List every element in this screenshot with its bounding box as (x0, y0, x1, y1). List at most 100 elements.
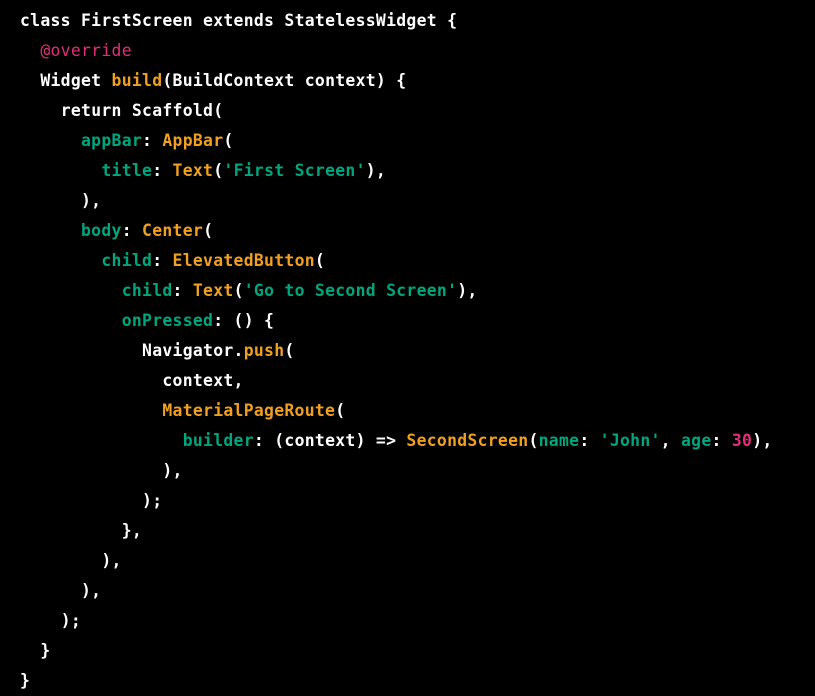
code-token: : (152, 161, 173, 180)
code-line: ), (20, 576, 773, 606)
code-line: Navigator.push( (20, 336, 773, 366)
code-token: : (579, 431, 600, 450)
code-token: Widget (40, 71, 112, 90)
param-token: child (121, 281, 173, 300)
code-token: FirstScreen (81, 11, 204, 30)
code-line: onPressed: () { (20, 306, 773, 336)
code-token: ), (752, 431, 773, 450)
code-line: child: ElevatedButton( (20, 246, 773, 276)
param-token: onPressed (121, 311, 214, 330)
code-token: : () { (213, 311, 275, 330)
code-line: Widget build(BuildContext context) { (20, 66, 773, 96)
type-token: Center (142, 221, 204, 240)
code-line: MaterialPageRoute( (20, 396, 773, 426)
code-token: ( (284, 341, 295, 360)
code-token: ( (528, 431, 539, 450)
code-line: ), (20, 546, 773, 576)
keyword-token: class (20, 11, 82, 30)
code-token: (BuildContext context) { (162, 71, 407, 90)
code-token: : (121, 221, 143, 240)
code-token: ); (60, 611, 82, 630)
type-token: AppBar (162, 131, 224, 150)
code-token: ), (81, 191, 102, 210)
keyword-token: return (60, 101, 132, 120)
param-token: title (101, 161, 153, 180)
code-token: ), (365, 161, 387, 180)
code-token: } (20, 671, 31, 690)
code-token: ), (81, 581, 102, 600)
keyword-token: extends (203, 11, 285, 30)
code-line: } (20, 666, 773, 696)
param-token: appBar (81, 131, 143, 150)
code-token: ), (162, 461, 183, 480)
code-token: : (152, 251, 173, 270)
type-token: SecondScreen (406, 431, 529, 450)
code-token: context, (162, 371, 244, 390)
code-line: ), (20, 456, 773, 486)
code-token: ( (213, 161, 224, 180)
code-token: ( (335, 401, 346, 420)
string-token: 'First Screen' (223, 161, 366, 180)
string-token: 'John' (599, 431, 661, 450)
param-token: name (538, 431, 580, 450)
annotation-token: @override (40, 41, 132, 60)
code-line: appBar: AppBar( (20, 126, 773, 156)
type-token: Text (192, 281, 234, 300)
code-line: context, (20, 366, 773, 396)
code-token: Scaffold( (131, 101, 224, 120)
string-token: 'Go to Second Screen' (243, 281, 458, 300)
param-token: body (81, 221, 122, 240)
code-line: ); (20, 486, 773, 516)
code-line: } (20, 636, 773, 666)
code-token: : (context) => (253, 431, 407, 450)
code-token: ( (203, 221, 214, 240)
code-line: child: Text('Go to Second Screen'), (20, 276, 773, 306)
code-token: ), (101, 551, 122, 570)
param-token: builder (182, 431, 254, 450)
code-token: ( (223, 131, 234, 150)
param-token: child (101, 251, 153, 270)
code-token: : (142, 131, 163, 150)
code-token: ); (142, 491, 163, 510)
code-line: @override (20, 36, 773, 66)
type-token: Text (172, 161, 214, 180)
code-line: }, (20, 516, 773, 546)
code-line: builder: (context) => SecondScreen(name:… (20, 426, 773, 456)
code-token: ), (457, 281, 478, 300)
code-line: class FirstScreen extends StatelessWidge… (20, 6, 773, 36)
code-token: : (172, 281, 193, 300)
number-token: 30 (731, 431, 753, 450)
code-token: ( (233, 281, 244, 300)
code-line: title: Text('First Screen'), (20, 156, 773, 186)
code-line: return Scaffold( (20, 96, 773, 126)
code-token: ( (314, 251, 326, 270)
type-token: build (111, 71, 163, 90)
code-line: ); (20, 606, 773, 636)
type-token: push (243, 341, 285, 360)
code-block: class FirstScreen extends StatelessWidge… (20, 6, 773, 696)
code-token: StatelessWidget { (284, 11, 458, 30)
code-token: : (711, 431, 732, 450)
type-token: MaterialPageRoute (162, 401, 336, 420)
